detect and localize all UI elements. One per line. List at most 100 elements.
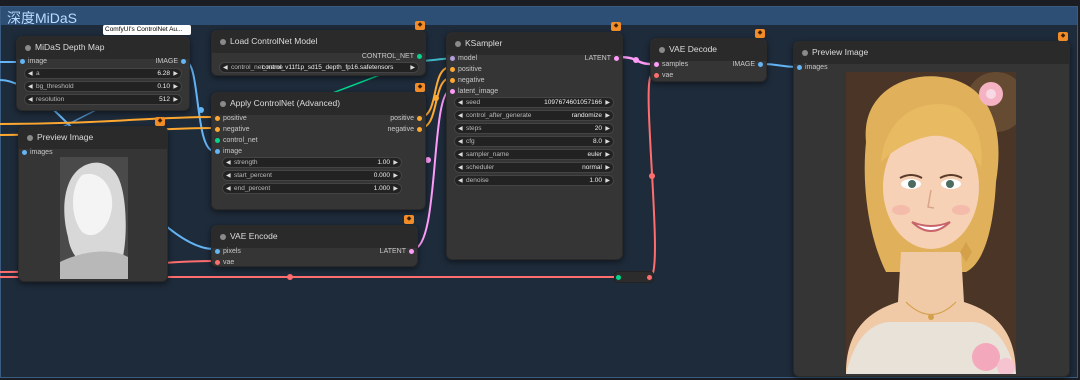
output-socket-positive[interactable] [417,116,422,121]
widget-strength[interactable]: ◀ strength 1.00 ▶ [222,157,402,168]
widget-value: randomize [571,112,602,119]
output-socket-negative[interactable] [417,127,422,132]
input-socket-model[interactable] [450,56,455,61]
increment-arrow-icon[interactable]: ▶ [605,112,610,119]
output-socket-image[interactable] [758,62,763,67]
node-header[interactable]: KSampler [447,33,622,55]
node-vae-decode[interactable]: VAE Decode samples vae IMAGE [650,38,767,82]
increment-arrow-icon[interactable]: ▶ [605,125,610,132]
collapse-dot-icon[interactable] [27,135,33,141]
collapse-dot-icon[interactable] [220,101,226,107]
widget-resolution[interactable]: ◀ resolution 512 ▶ [24,94,182,105]
node-header[interactable]: VAE Decode [651,39,766,61]
increment-arrow-icon[interactable]: ▶ [605,177,610,184]
node-header[interactable]: MiDaS Depth Map [17,37,189,59]
node-header[interactable]: Preview Image [19,127,167,149]
decrement-arrow-icon[interactable]: ◀ [458,138,463,145]
input-socket-negative[interactable] [215,127,220,132]
decrement-arrow-icon[interactable]: ◀ [226,172,231,179]
input-socket-vae[interactable] [654,73,659,78]
node-header[interactable]: Preview Image [794,42,1069,64]
depth-map-preview-image [60,157,128,279]
input-socket-positive[interactable] [450,67,455,72]
input-label-images: images [30,149,53,156]
widget-denoise[interactable]: ◀ denoise 1.00 ▶ [454,175,614,186]
widget-seed[interactable]: ◀ seed 1097674601057166 ▶ [454,97,614,108]
next-arrow-icon[interactable]: ▶ [410,64,415,71]
increment-arrow-icon[interactable]: ▶ [605,151,610,158]
input-socket-latent-image[interactable] [450,89,455,94]
input-socket-pixels[interactable] [215,249,220,254]
reroute-input-socket[interactable] [616,275,621,280]
decrement-arrow-icon[interactable]: ◀ [226,185,231,192]
output-socket-image[interactable] [181,59,186,64]
decrement-arrow-icon[interactable]: ◀ [458,151,463,158]
decrement-arrow-icon[interactable]: ◀ [28,96,33,103]
decrement-arrow-icon[interactable]: ◀ [226,159,231,166]
decrement-arrow-icon[interactable]: ◀ [458,99,463,106]
node-header[interactable]: VAE Encode [212,226,417,248]
input-socket-images[interactable] [22,150,27,155]
node-badge-icon: ◆ [404,215,414,224]
decrement-arrow-icon[interactable]: ◀ [458,164,463,171]
increment-arrow-icon[interactable]: ▶ [173,96,178,103]
widget-end-percent[interactable]: ◀ end_percent 1.000 ▶ [222,183,402,194]
increment-arrow-icon[interactable]: ▶ [173,70,178,77]
input-label-positive: positive [458,66,482,73]
node-header[interactable]: Load ControlNet Model [212,31,425,53]
collapse-dot-icon[interactable] [455,41,461,47]
node-ksampler[interactable]: KSampler model positive negative latent_… [446,32,623,260]
output-socket-control-net[interactable] [417,54,422,59]
widget-value: 6.28 [157,70,170,77]
increment-arrow-icon[interactable]: ▶ [393,185,398,192]
decrement-arrow-icon[interactable]: ◀ [458,112,463,119]
decrement-arrow-icon[interactable]: ◀ [458,177,463,184]
prev-arrow-icon[interactable]: ◀ [223,64,228,71]
increment-arrow-icon[interactable]: ▶ [173,83,178,90]
input-socket-images[interactable] [797,65,802,70]
collapse-dot-icon[interactable] [659,47,665,53]
widget-cfg[interactable]: ◀ cfg 8.0 ▶ [454,136,614,147]
input-socket-positive[interactable] [215,116,220,121]
widget-scheduler[interactable]: ◀ scheduler normal ▶ [454,162,614,173]
widget-steps[interactable]: ◀ steps 20 ▶ [454,123,614,134]
reroute-output-socket[interactable] [647,275,652,280]
node-apply-controlnet-advanced[interactable]: Apply ControlNet (Advanced) positive neg… [211,92,426,210]
output-socket-latent[interactable] [409,249,414,254]
output-label-image: IMAGE [155,58,178,65]
widget-control-after-generate[interactable]: ◀ control_after_generate randomize ▶ [454,110,614,121]
output-label-control-net: CONTROL_NET [361,53,414,60]
input-socket-samples[interactable] [654,62,659,67]
collapse-dot-icon[interactable] [220,234,226,240]
decrement-arrow-icon[interactable]: ◀ [458,125,463,132]
increment-arrow-icon[interactable]: ▶ [393,172,398,179]
input-socket-vae[interactable] [215,260,220,265]
node-load-controlnet-model[interactable]: Load ControlNet Model CONTROL_NET ◀ cont… [211,30,426,76]
widget-bg-threshold[interactable]: ◀ bg_threshold 0.10 ▶ [24,81,182,92]
increment-arrow-icon[interactable]: ▶ [605,99,610,106]
increment-arrow-icon[interactable]: ▶ [605,138,610,145]
reroute-node[interactable] [614,271,654,283]
widget-label: sampler_name [466,151,509,158]
output-socket-latent[interactable] [614,56,619,61]
node-midas-depth-map[interactable]: MiDaS Depth Map image IMAGE ◀ a 6.28 ▶ ◀… [16,36,190,111]
input-socket-negative[interactable] [450,78,455,83]
widget-label: bg_threshold [36,83,74,90]
widget-start-percent[interactable]: ◀ start_percent 0.000 ▶ [222,170,402,181]
increment-arrow-icon[interactable]: ▶ [605,164,610,171]
collapse-dot-icon[interactable] [25,45,31,51]
decrement-arrow-icon[interactable]: ◀ [28,70,33,77]
input-label-images: images [805,64,828,71]
node-vae-encode[interactable]: VAE Encode pixels vae LATENT [211,225,418,267]
input-socket-image[interactable] [215,149,220,154]
select-control-net-name[interactable]: ◀ control_net_name control_v11f1p_sd15_d… [219,62,419,73]
widget-a[interactable]: ◀ a 6.28 ▶ [24,68,182,79]
decrement-arrow-icon[interactable]: ◀ [28,83,33,90]
collapse-dot-icon[interactable] [802,50,808,56]
increment-arrow-icon[interactable]: ▶ [393,159,398,166]
input-socket-control-net[interactable] [215,138,220,143]
node-header[interactable]: Apply ControlNet (Advanced) [212,93,425,115]
collapse-dot-icon[interactable] [220,39,226,45]
input-socket-image[interactable] [20,59,25,64]
widget-sampler-name[interactable]: ◀ sampler_name euler ▶ [454,149,614,160]
